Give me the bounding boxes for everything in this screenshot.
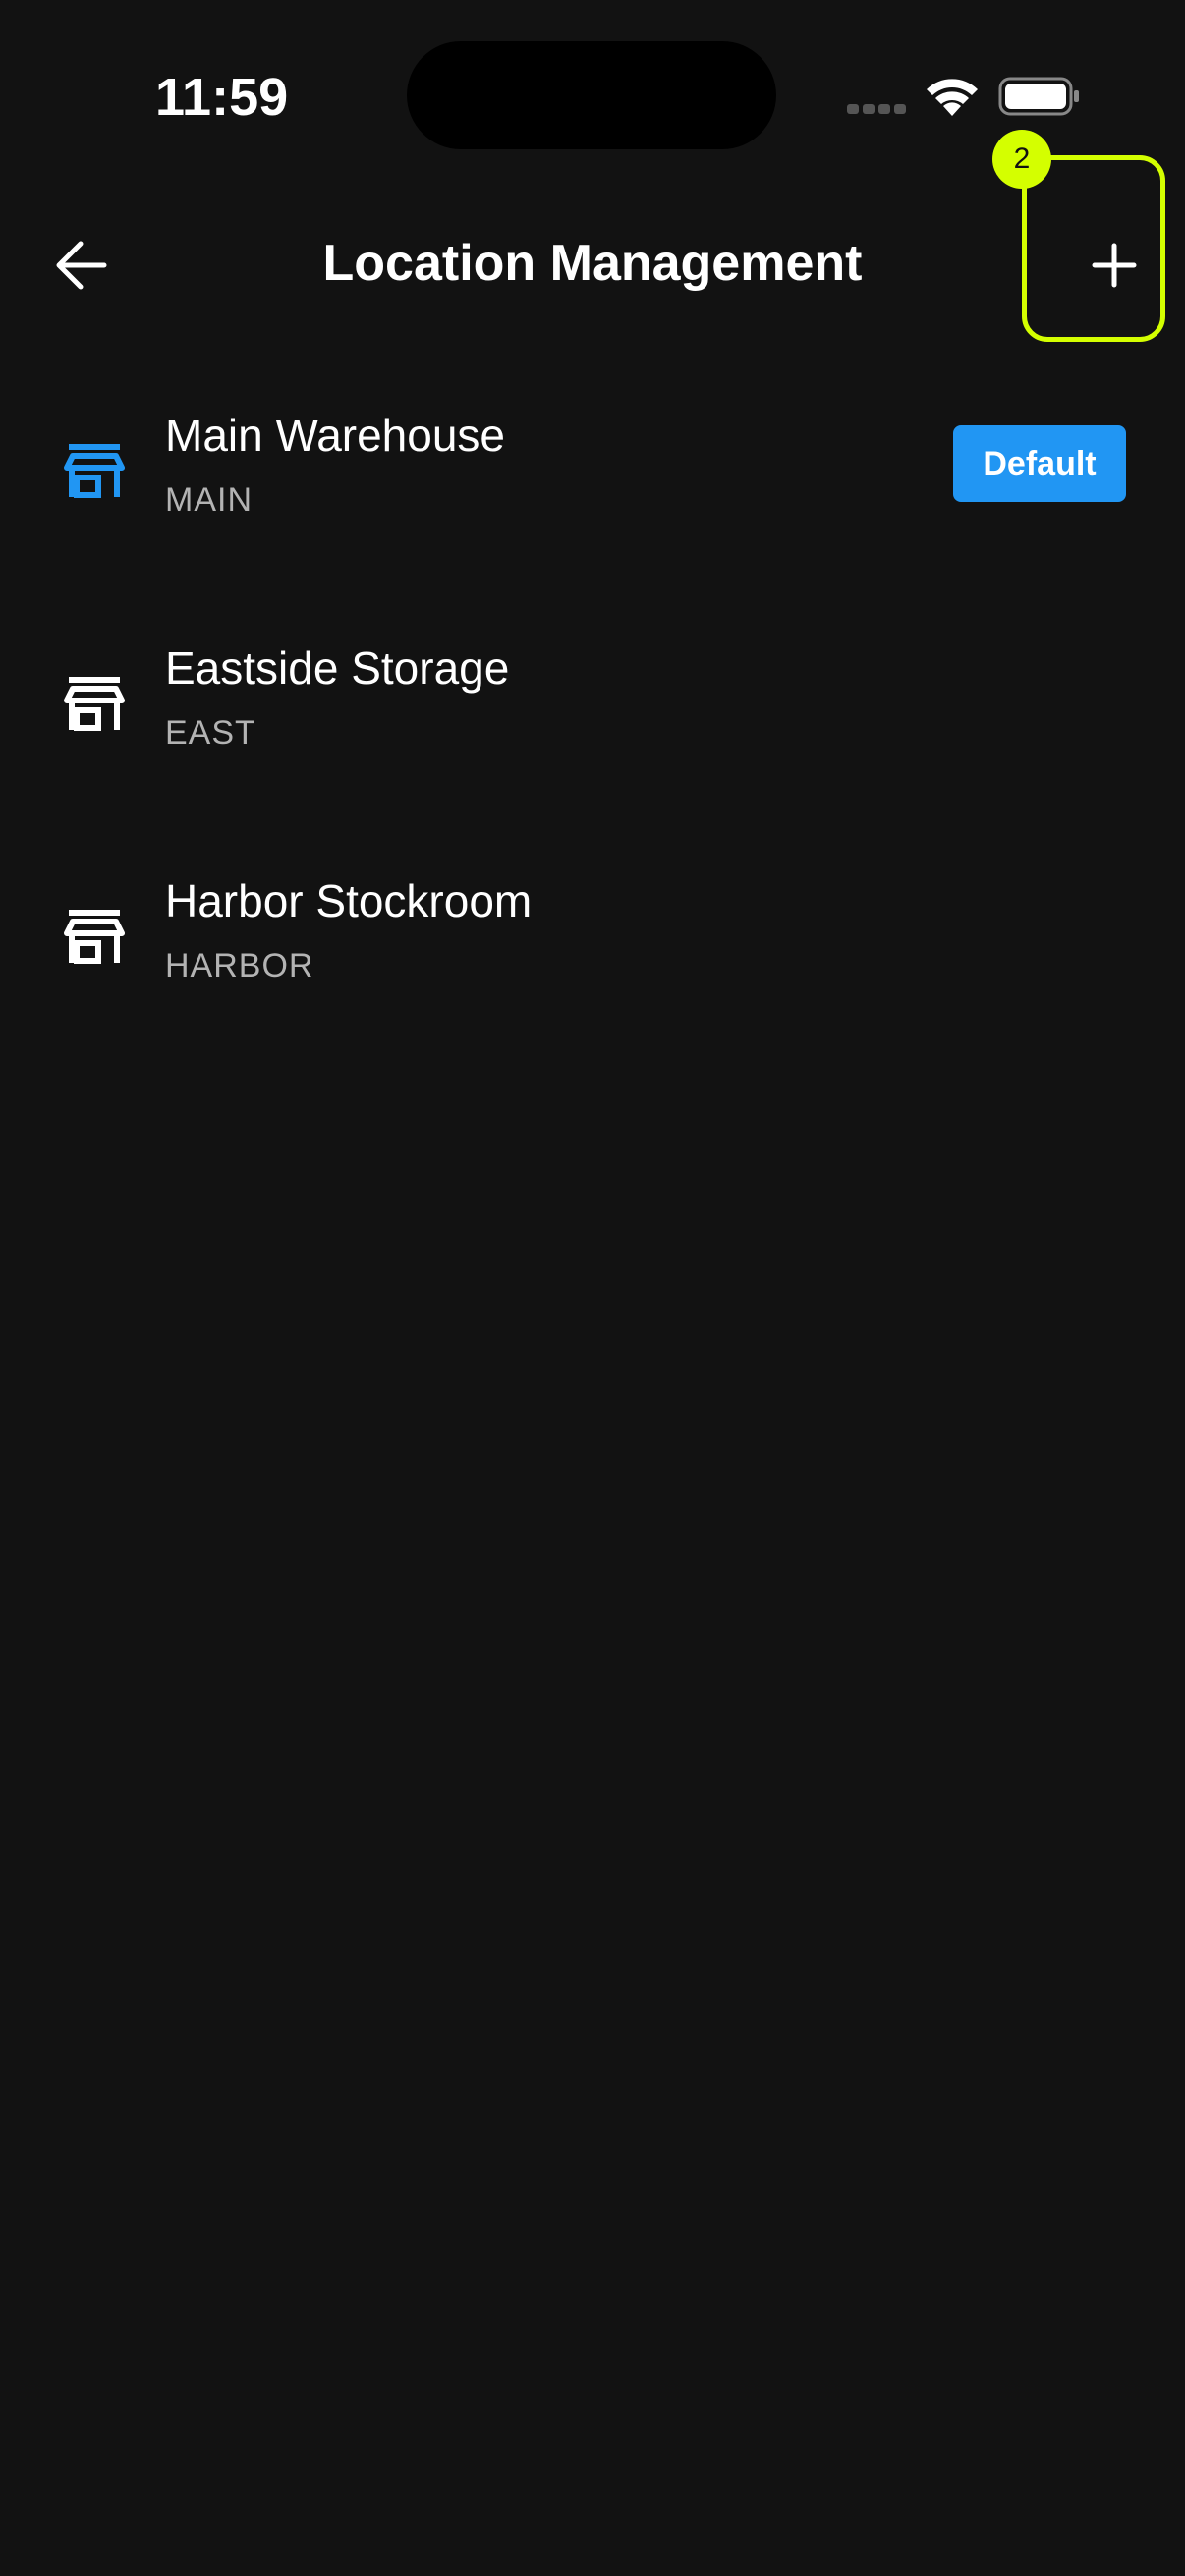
app-bar: Location Management (0, 196, 1185, 334)
arrow-left-icon (56, 241, 107, 290)
location-code: MAIN (165, 481, 253, 519)
location-name: Main Warehouse (165, 410, 506, 461)
battery-icon (998, 77, 1079, 116)
page-title: Location Management (322, 235, 863, 292)
dynamic-island (407, 41, 776, 149)
store-icon (64, 677, 125, 731)
annotation-badge: 2 (992, 130, 1051, 189)
cellular-signal-icon (847, 104, 906, 114)
location-code: EAST (165, 714, 256, 752)
back-button[interactable] (41, 226, 120, 305)
location-name: Eastside Storage (165, 643, 510, 694)
location-list: Main Warehouse MAIN Default Eastside Sto… (0, 373, 1185, 1072)
store-icon (64, 910, 125, 964)
wifi-icon (927, 79, 978, 116)
annotation-highlight-box (1022, 155, 1165, 342)
location-code: HARBOR (165, 947, 314, 984)
location-name: Harbor Stockroom (165, 875, 533, 926)
list-item[interactable]: Main Warehouse MAIN Default (0, 373, 1185, 606)
list-item[interactable]: Harbor Stockroom HARBOR (0, 839, 1185, 1072)
list-item[interactable]: Eastside Storage EAST (0, 606, 1185, 839)
store-icon (64, 444, 125, 498)
status-time: 11:59 (155, 68, 289, 127)
default-badge: Default (953, 425, 1126, 502)
